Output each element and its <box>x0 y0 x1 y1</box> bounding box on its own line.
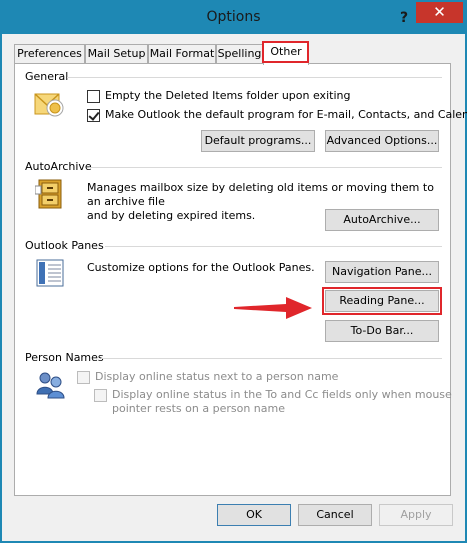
outlook-panes-description: Customize options for the Outlook Panes. <box>87 261 315 274</box>
outlook-panes-section: Outlook Panes <box>25 239 442 252</box>
outlook-panes-heading: Outlook Panes <box>25 239 104 252</box>
todo-bar-button[interactable]: To-Do Bar... <box>325 320 439 342</box>
general-section: General <box>25 70 442 83</box>
outlook-panes-divider <box>105 246 442 247</box>
display-status-to-cc-checkbox[interactable] <box>94 389 107 402</box>
navigation-pane-button[interactable]: Navigation Pane... <box>325 261 439 283</box>
tab-preferences[interactable]: Preferences <box>14 44 85 63</box>
advanced-options-button[interactable]: Advanced Options... <box>325 130 439 152</box>
person-names-heading: Person Names <box>25 351 104 364</box>
cancel-button[interactable]: Cancel <box>298 504 372 526</box>
general-heading: General <box>25 70 69 83</box>
autoarchive-section: AutoArchive <box>25 160 442 173</box>
default-programs-button[interactable]: Default programs... <box>201 130 315 152</box>
tab-mail-format[interactable]: Mail Format <box>148 44 216 63</box>
make-default-label: Make Outlook the default program for E-m… <box>105 108 467 121</box>
display-online-status-label: Display online status next to a person n… <box>95 370 339 383</box>
tab-mail-setup[interactable]: Mail Setup <box>85 44 148 63</box>
close-button[interactable]: ✕ <box>416 2 463 23</box>
make-default-checkbox[interactable] <box>87 109 100 122</box>
display-status-to-cc-label: Display online status in the To and Cc f… <box>112 388 452 416</box>
autoarchive-heading: AutoArchive <box>25 160 92 173</box>
display-online-status-checkbox[interactable] <box>77 371 90 384</box>
outlook-envelope-icon <box>33 88 67 123</box>
tab-spelling[interactable]: Spelling <box>216 44 263 63</box>
other-tab-panel: General Empty the Deleted Items folder u… <box>14 63 467 496</box>
person-names-section: Person Names <box>25 351 442 364</box>
archive-cabinet-icon <box>34 178 65 213</box>
display-status-to-cc-line1: Display online status in the To and Cc f… <box>112 388 452 401</box>
red-arrow-annotation <box>234 296 314 323</box>
help-icon[interactable]: ? <box>394 8 414 28</box>
autoarchive-button[interactable]: AutoArchive... <box>325 209 439 231</box>
empty-deleted-items-label: Empty the Deleted Items folder upon exit… <box>105 89 351 102</box>
display-status-to-cc-line2: pointer rests on a person name <box>112 402 285 415</box>
people-icon <box>35 370 67 403</box>
panes-layout-icon <box>35 258 65 291</box>
autoarchive-description-line1: Manages mailbox size by deleting old ite… <box>87 181 434 208</box>
title-bar[interactable]: Options ? ✕ <box>2 2 465 34</box>
general-divider <box>67 77 442 78</box>
person-names-divider <box>101 358 442 359</box>
options-dialog: Options ? ✕ Preferences Mail Setup Mail … <box>0 0 467 543</box>
autoarchive-divider <box>89 167 442 168</box>
tab-other[interactable]: Other <box>263 42 309 65</box>
empty-deleted-items-checkbox[interactable] <box>87 90 100 103</box>
apply-button[interactable]: Apply <box>379 504 453 526</box>
ok-button[interactable]: OK <box>217 504 291 526</box>
reading-pane-button[interactable]: Reading Pane... <box>325 290 439 312</box>
